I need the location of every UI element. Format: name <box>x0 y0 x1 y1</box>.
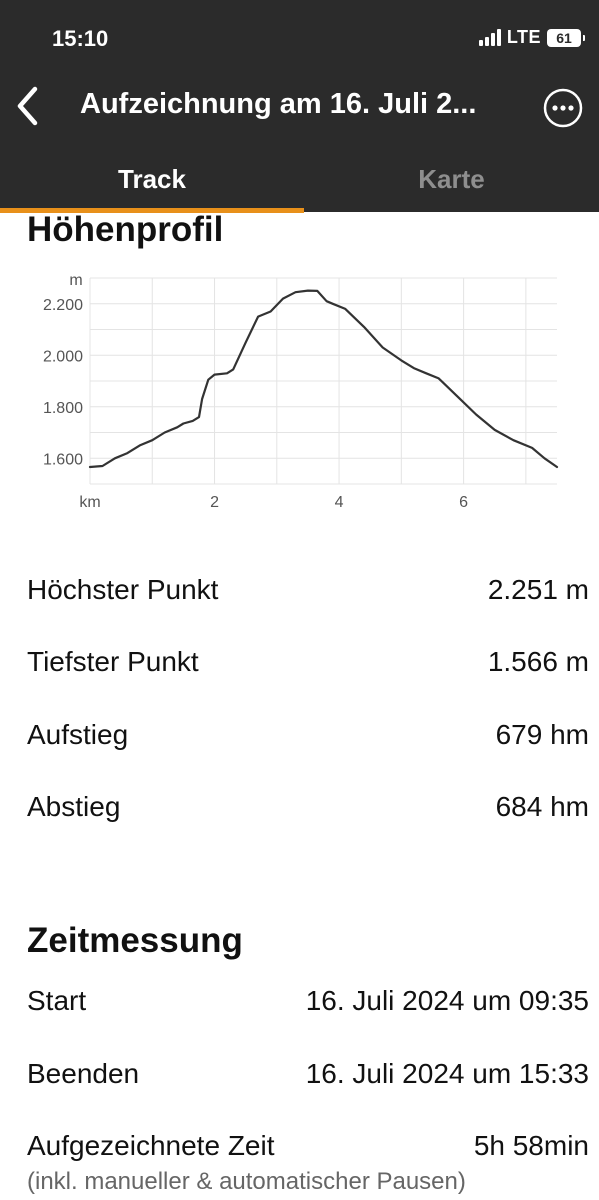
y-tick-label: 1.600 <box>43 451 83 468</box>
time-label: Aufgezeichnete Zeit <box>27 1130 275 1161</box>
tab-bar: Track Karte <box>0 150 599 213</box>
page-title: Aufzeichnung am 16. Juli 2... <box>80 88 477 120</box>
status-indicators: LTE 61 <box>478 27 585 48</box>
time-label: Start <box>27 985 87 1016</box>
y-tick-label: 1.800 <box>43 400 83 417</box>
battery-level: 61 <box>556 29 572 46</box>
stat-label: Tiefster Punkt <box>27 646 199 677</box>
elevation-title: Höhenprofil <box>27 210 224 249</box>
top-bar: 15:10 LTE 61 Aufzeichnung am 16. Juli 2.… <box>0 0 599 213</box>
y-tick-label: 2.000 <box>43 348 83 365</box>
time-section-title: Zeitmessung <box>27 921 243 960</box>
stat-value: 2.251 m <box>487 574 589 605</box>
time-value: 16. Juli 2024 um 09:35 <box>305 985 589 1016</box>
chevron-left-icon <box>17 86 38 126</box>
stat-value: 1.566 m <box>487 646 589 677</box>
tab-karte[interactable]: Karte <box>304 150 599 208</box>
x-tick-label: 4 <box>335 494 344 511</box>
elevation-chart: 1.600 1.800 2.000 2.200 m 2 4 6 km <box>43 272 559 511</box>
status-time: 15:10 <box>52 26 109 51</box>
x-axis-label: km <box>79 494 100 511</box>
signal-icon <box>478 29 501 46</box>
network-label: LTE <box>506 27 541 47</box>
pause-note: (inkl. manueller & automatischer Pausen) <box>27 1168 466 1195</box>
more-icon <box>543 88 583 128</box>
time-value: 5h 58min <box>473 1130 589 1161</box>
tab-track[interactable]: Track <box>0 150 304 208</box>
battery-icon: 61 <box>547 28 585 47</box>
time-value: 16. Juli 2024 um 15:33 <box>305 1058 589 1089</box>
stat-value: 684 hm <box>495 791 589 822</box>
more-options-button[interactable] <box>543 88 583 128</box>
x-tick-label: 6 <box>459 494 468 511</box>
stat-label: Abstieg <box>27 791 121 822</box>
stat-value: 679 hm <box>495 719 589 750</box>
back-button[interactable] <box>10 84 50 128</box>
time-label: Beenden <box>27 1058 140 1089</box>
x-tick-label: 2 <box>210 494 219 511</box>
stat-label: Höchster Punkt <box>27 574 219 605</box>
stat-label: Aufstieg <box>27 719 129 750</box>
y-axis-label: m <box>69 272 82 289</box>
y-tick-label: 2.200 <box>43 297 83 314</box>
elevation-line <box>88 289 559 469</box>
